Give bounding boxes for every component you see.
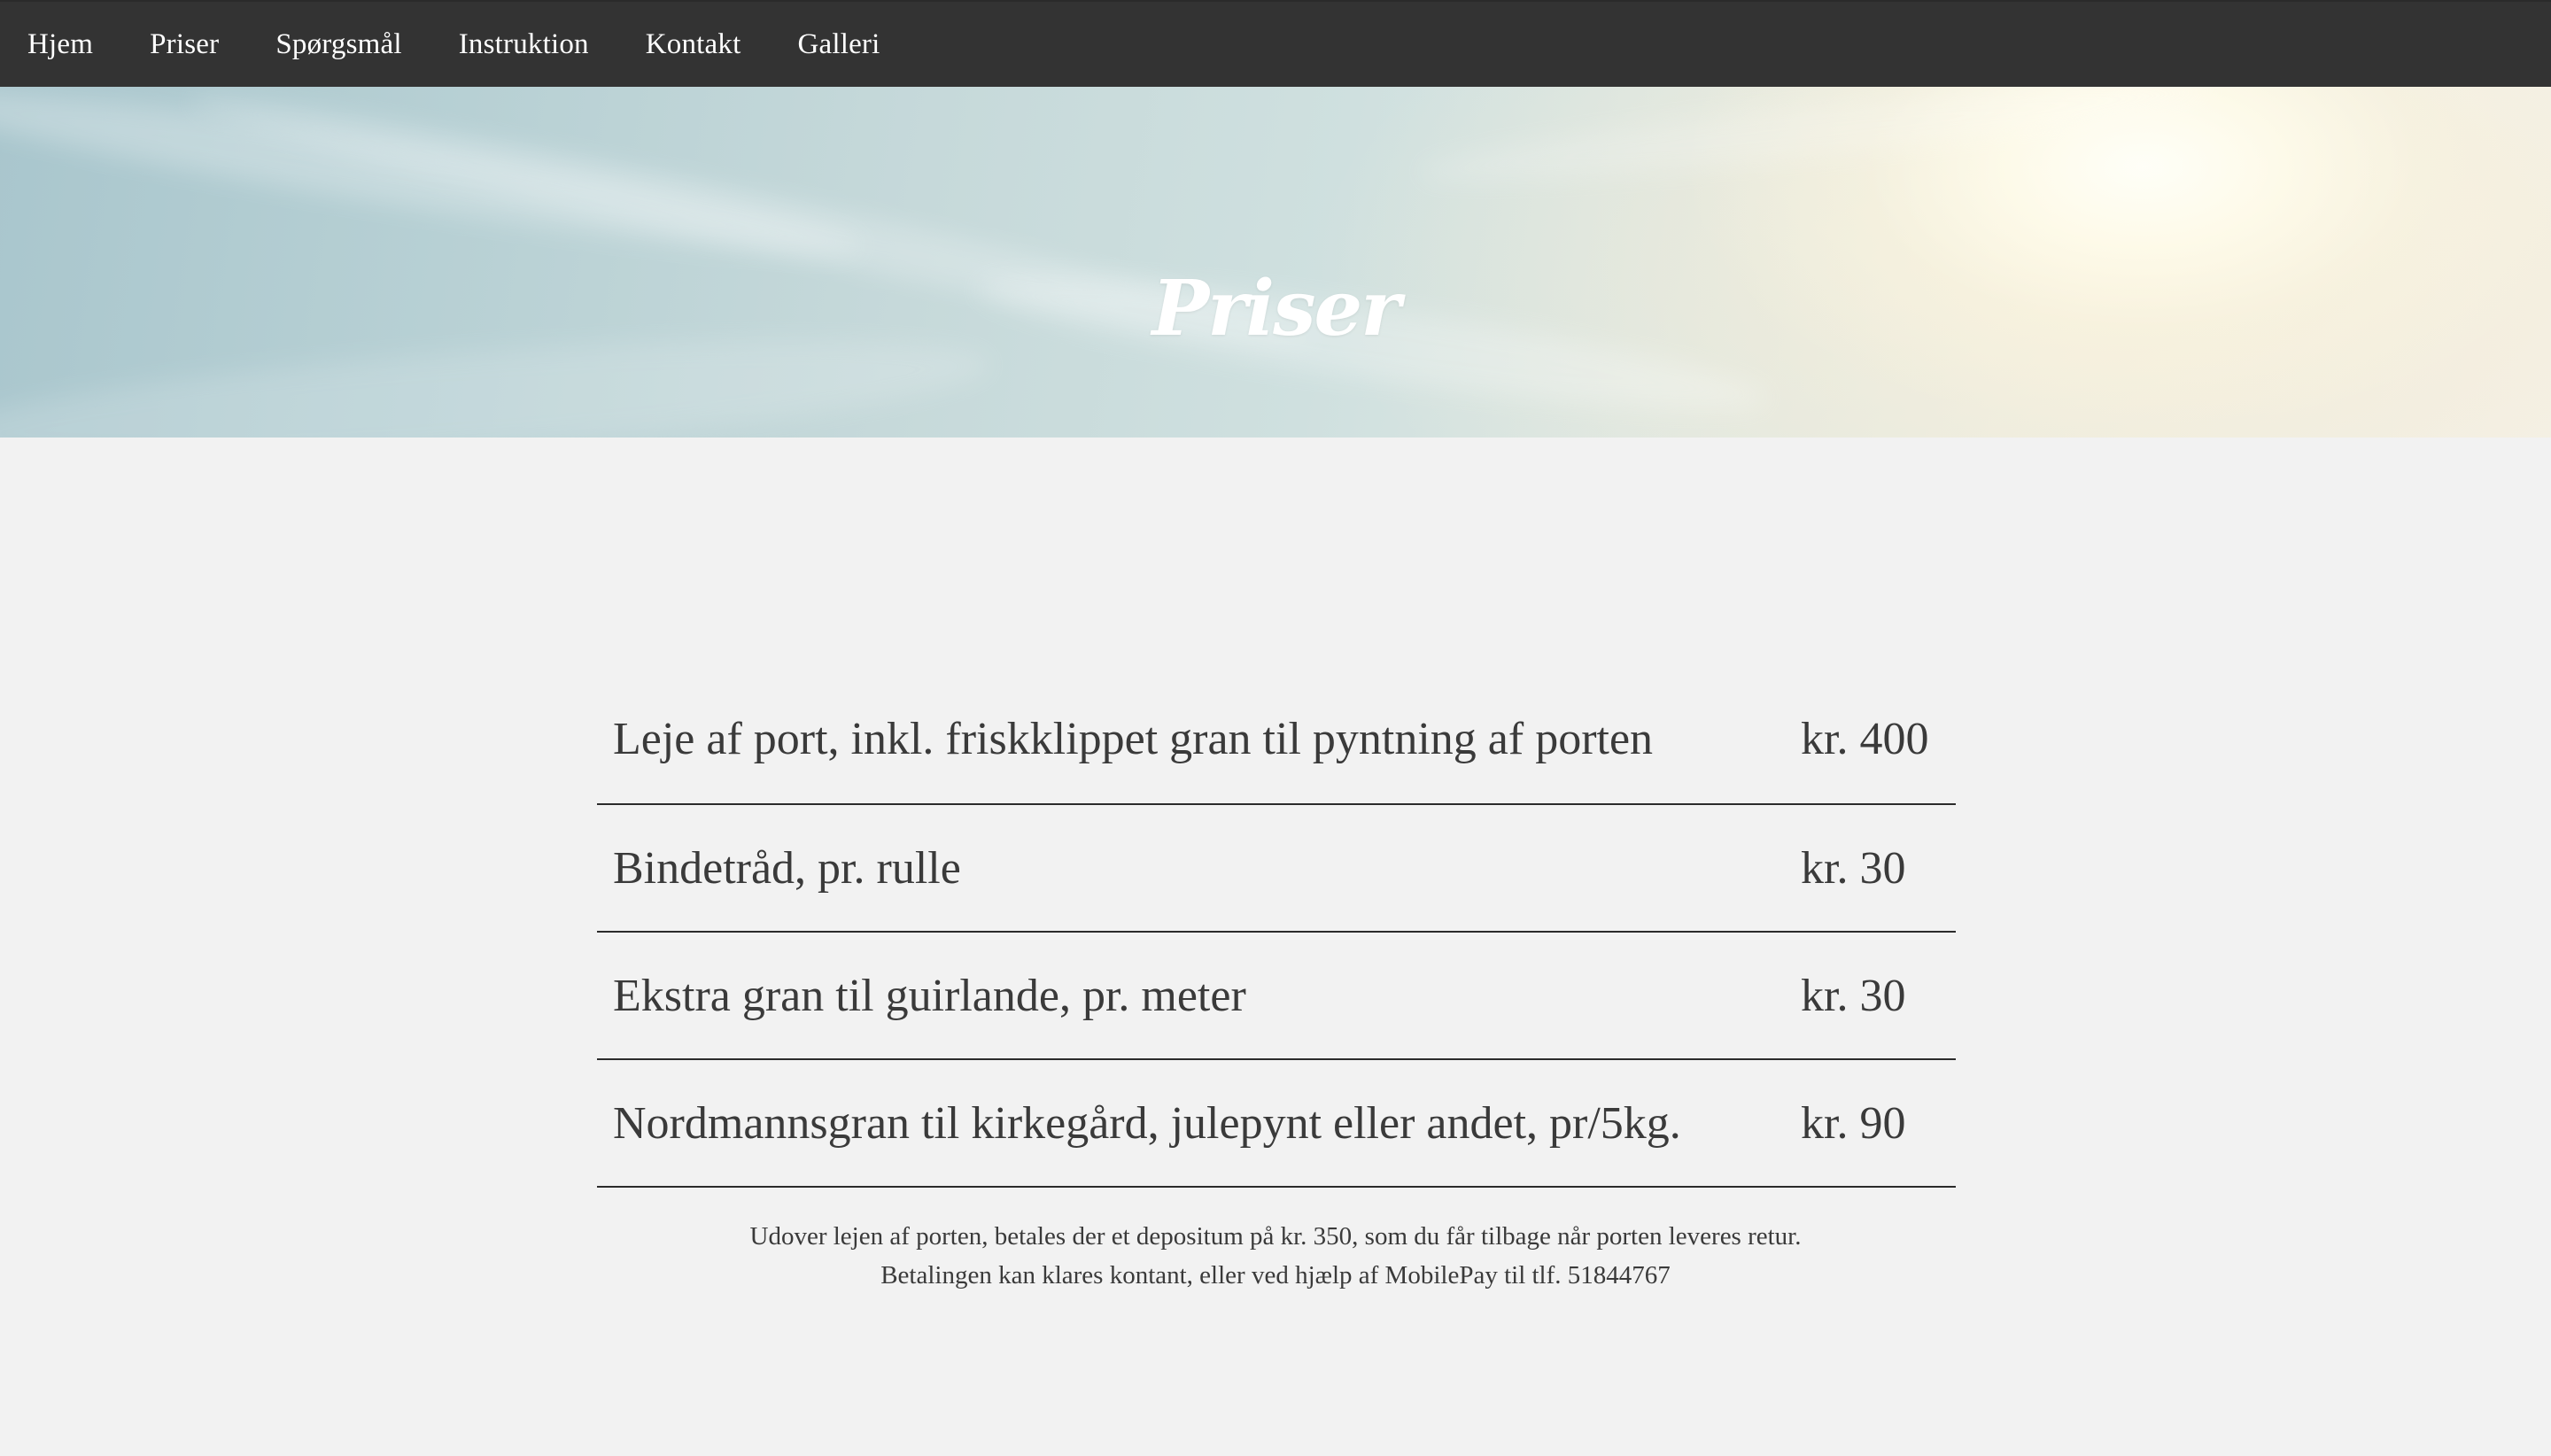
top-navigation-bar: Hjem Priser Spørgsmål Instruktion Kontak… bbox=[0, 0, 2551, 87]
page-title: Priser bbox=[1151, 263, 1400, 353]
nav-item-hjem[interactable]: Hjem bbox=[27, 28, 93, 61]
price-item-value: kr. 30 bbox=[1801, 970, 1906, 1021]
price-item-value: kr. 30 bbox=[1801, 842, 1906, 894]
hero-banner: Priser bbox=[0, 87, 2551, 438]
hero-cloud-streak bbox=[1416, 87, 2215, 199]
price-row: Nordmannsgran til kirkegård, julepynt el… bbox=[597, 1059, 1956, 1187]
price-item-value: kr. 400 bbox=[1801, 714, 1929, 764]
nav-item-kontakt[interactable]: Kontakt bbox=[646, 28, 741, 61]
price-item-label: Nordmannsgran til kirkegård, julepynt el… bbox=[613, 1097, 1681, 1149]
price-item-label: Leje af port, inkl. friskklippet gran ti… bbox=[613, 714, 1654, 764]
price-item-value: kr. 90 bbox=[1801, 1097, 1906, 1149]
price-item-label: Ekstra gran til guirlande, pr. meter bbox=[613, 970, 1246, 1021]
price-row: Ekstra gran til guirlande, pr. meter kr.… bbox=[597, 932, 1956, 1059]
nav-menu: Hjem Priser Spørgsmål Instruktion Kontak… bbox=[0, 2, 2551, 87]
deposit-note: Udover lejen af porten, betales der et d… bbox=[749, 1222, 1802, 1251]
price-row: Leje af port, inkl. friskklippet gran ti… bbox=[597, 675, 1956, 804]
price-item-label: Bindetråd, pr. rulle bbox=[613, 842, 961, 894]
nav-item-instruktion[interactable]: Instruktion bbox=[459, 28, 589, 61]
nav-item-galleri[interactable]: Galleri bbox=[797, 28, 880, 61]
price-row: Bindetråd, pr. rulle kr. 30 bbox=[597, 804, 1956, 932]
price-table: Leje af port, inkl. friskklippet gran ti… bbox=[597, 675, 1956, 1188]
payment-note: Betalingen kan klares kontant, eller ved… bbox=[880, 1261, 1671, 1289]
nav-item-spoergsmaal[interactable]: Spørgsmål bbox=[275, 28, 401, 61]
nav-item-priser[interactable]: Priser bbox=[150, 28, 219, 61]
hero-cloud-streak bbox=[0, 87, 867, 278]
